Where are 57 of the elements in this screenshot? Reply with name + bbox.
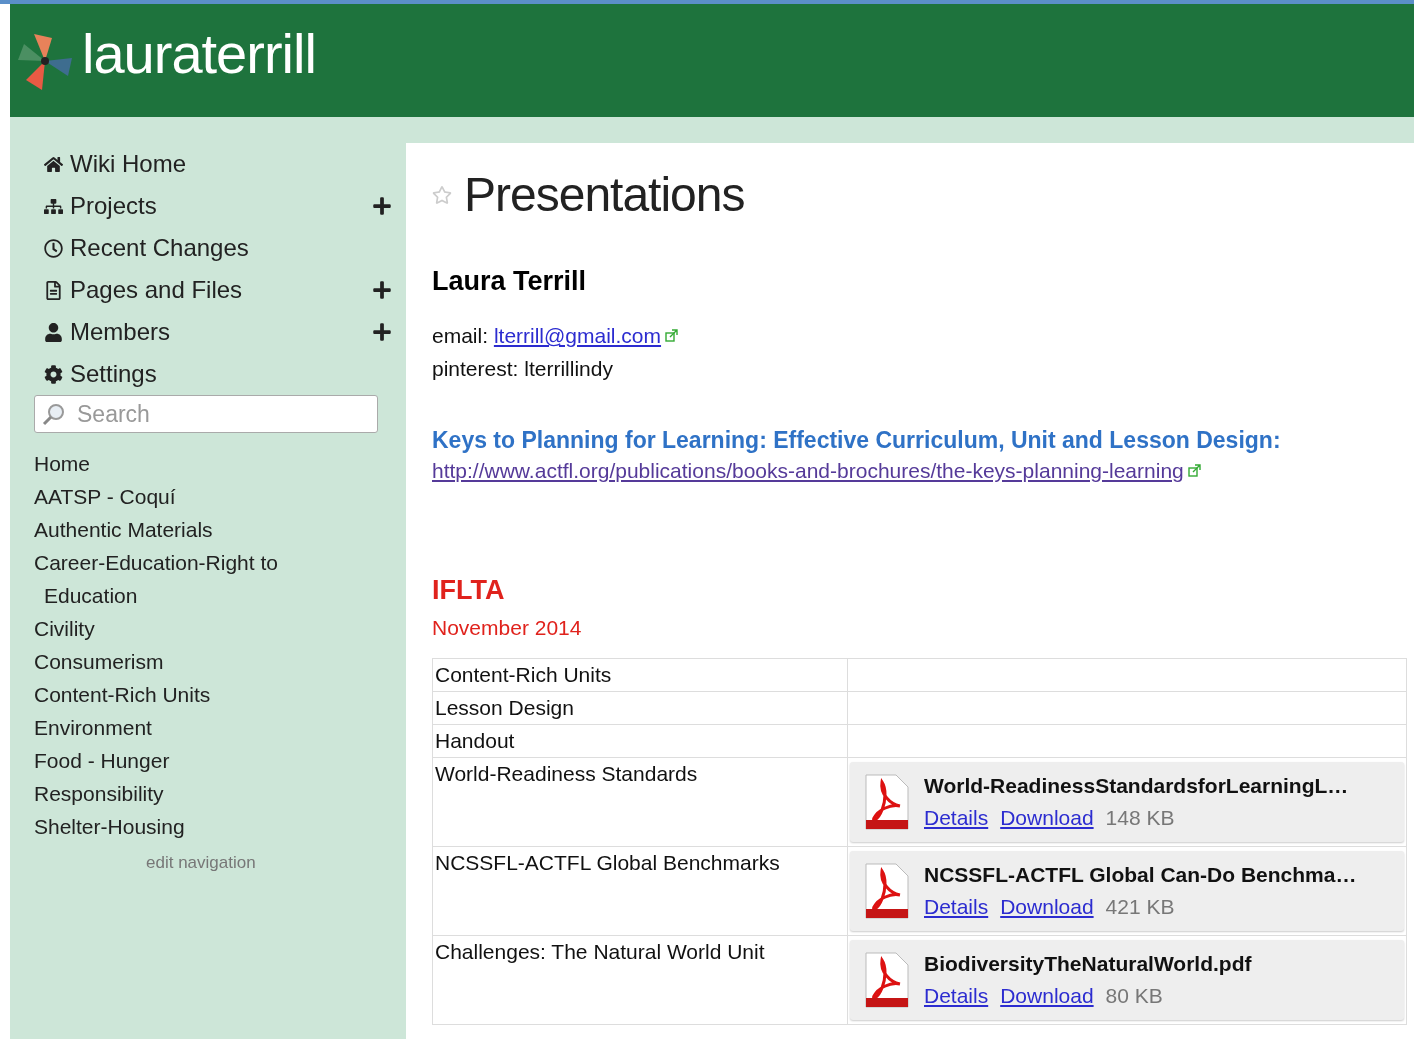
file-name[interactable]: BiodiversityTheNaturalWorld.pdf xyxy=(924,952,1252,976)
search-field[interactable]: Search xyxy=(34,395,378,433)
pdf-file-icon xyxy=(864,952,910,1008)
nav-link[interactable]: Consumerism xyxy=(34,645,344,678)
download-link[interactable]: Download xyxy=(1000,806,1094,830)
nav-item[interactable]: Settings xyxy=(70,360,406,388)
details-link[interactable]: Details xyxy=(924,806,989,830)
file-size: 148 KB xyxy=(1105,806,1175,830)
nav-link[interactable]: Career-Education-Right to Education xyxy=(34,546,344,612)
table-cell: Content-Rich Units xyxy=(432,658,848,692)
author-heading: Laura Terrill xyxy=(432,266,588,297)
section-date: November 2014 xyxy=(432,616,583,640)
page-title: Presentations xyxy=(464,167,745,222)
table-cell: World-Readiness Standards xyxy=(432,757,848,847)
details-link[interactable]: Details xyxy=(924,895,989,919)
expand-icon[interactable] xyxy=(372,196,392,216)
table-cell: Handout xyxy=(432,724,848,758)
nav-link[interactable]: Authentic Materials xyxy=(34,513,344,546)
nav-link[interactable]: Responsibility xyxy=(34,777,344,810)
nav-item[interactable]: Wiki Home xyxy=(70,150,406,178)
file-name[interactable]: World-ReadinessStandardsforLearningL… xyxy=(924,774,1349,798)
nav-item[interactable]: Projects xyxy=(70,192,372,220)
download-link[interactable]: Download xyxy=(1000,895,1094,919)
search-icon xyxy=(42,402,66,426)
download-link[interactable]: Download xyxy=(1000,984,1094,1008)
details-link[interactable]: Details xyxy=(924,984,989,1008)
external-link-icon xyxy=(1187,464,1201,477)
file-size: 421 KB xyxy=(1105,895,1175,919)
table-cell: Challenges: The Natural World Unit xyxy=(432,935,848,1025)
star-icon[interactable] xyxy=(432,184,452,205)
pdf-file-icon xyxy=(864,774,910,830)
nav-link[interactable]: Home xyxy=(34,447,344,480)
section-heading: IFLTA xyxy=(432,575,506,606)
expand-icon[interactable] xyxy=(372,322,392,342)
nav-link[interactable]: Food - Hunger xyxy=(34,744,344,777)
nav-item[interactable]: Pages and Files xyxy=(70,276,372,304)
nav-link[interactable]: Environment xyxy=(34,711,344,744)
edit-navigation-link[interactable]: edit navigation xyxy=(146,853,256,873)
pdf-file-icon xyxy=(864,863,910,919)
table-cell: Lesson Design xyxy=(432,691,848,725)
external-link-icon xyxy=(665,329,679,342)
book-link[interactable]: http://www.actfl.org/publications/books-and-brochures/the-keys-planning-learning xyxy=(432,454,1184,487)
email-label: email: xyxy=(432,323,490,349)
nav-link[interactable]: Shelter-Housing xyxy=(34,810,344,843)
nav-link[interactable]: Civility xyxy=(34,612,344,645)
nav-link[interactable]: Content-Rich Units xyxy=(34,678,344,711)
nav-item[interactable]: Recent Changes xyxy=(70,234,406,262)
expand-icon[interactable] xyxy=(372,280,392,300)
file-name[interactable]: NCSSFL-ACTFL Global Can-Do Benchma… xyxy=(924,863,1357,887)
table-cell: NCSSFL-ACTFL Global Benchmarks xyxy=(432,846,848,936)
pinterest-text: pinterest: lterrillindy xyxy=(432,356,613,382)
book-title: Keys to Planning for Learning: Effective Curriculum, Unit and Lesson Design: xyxy=(432,427,1282,454)
file-size: 80 KB xyxy=(1105,984,1163,1008)
site-name[interactable]: lauraterrill xyxy=(82,21,316,86)
nav-item[interactable]: Members xyxy=(70,318,372,346)
email-link[interactable]: lterrill@gmail.com xyxy=(493,319,662,352)
nav-link[interactable]: AATSP - Coquí xyxy=(34,480,344,513)
